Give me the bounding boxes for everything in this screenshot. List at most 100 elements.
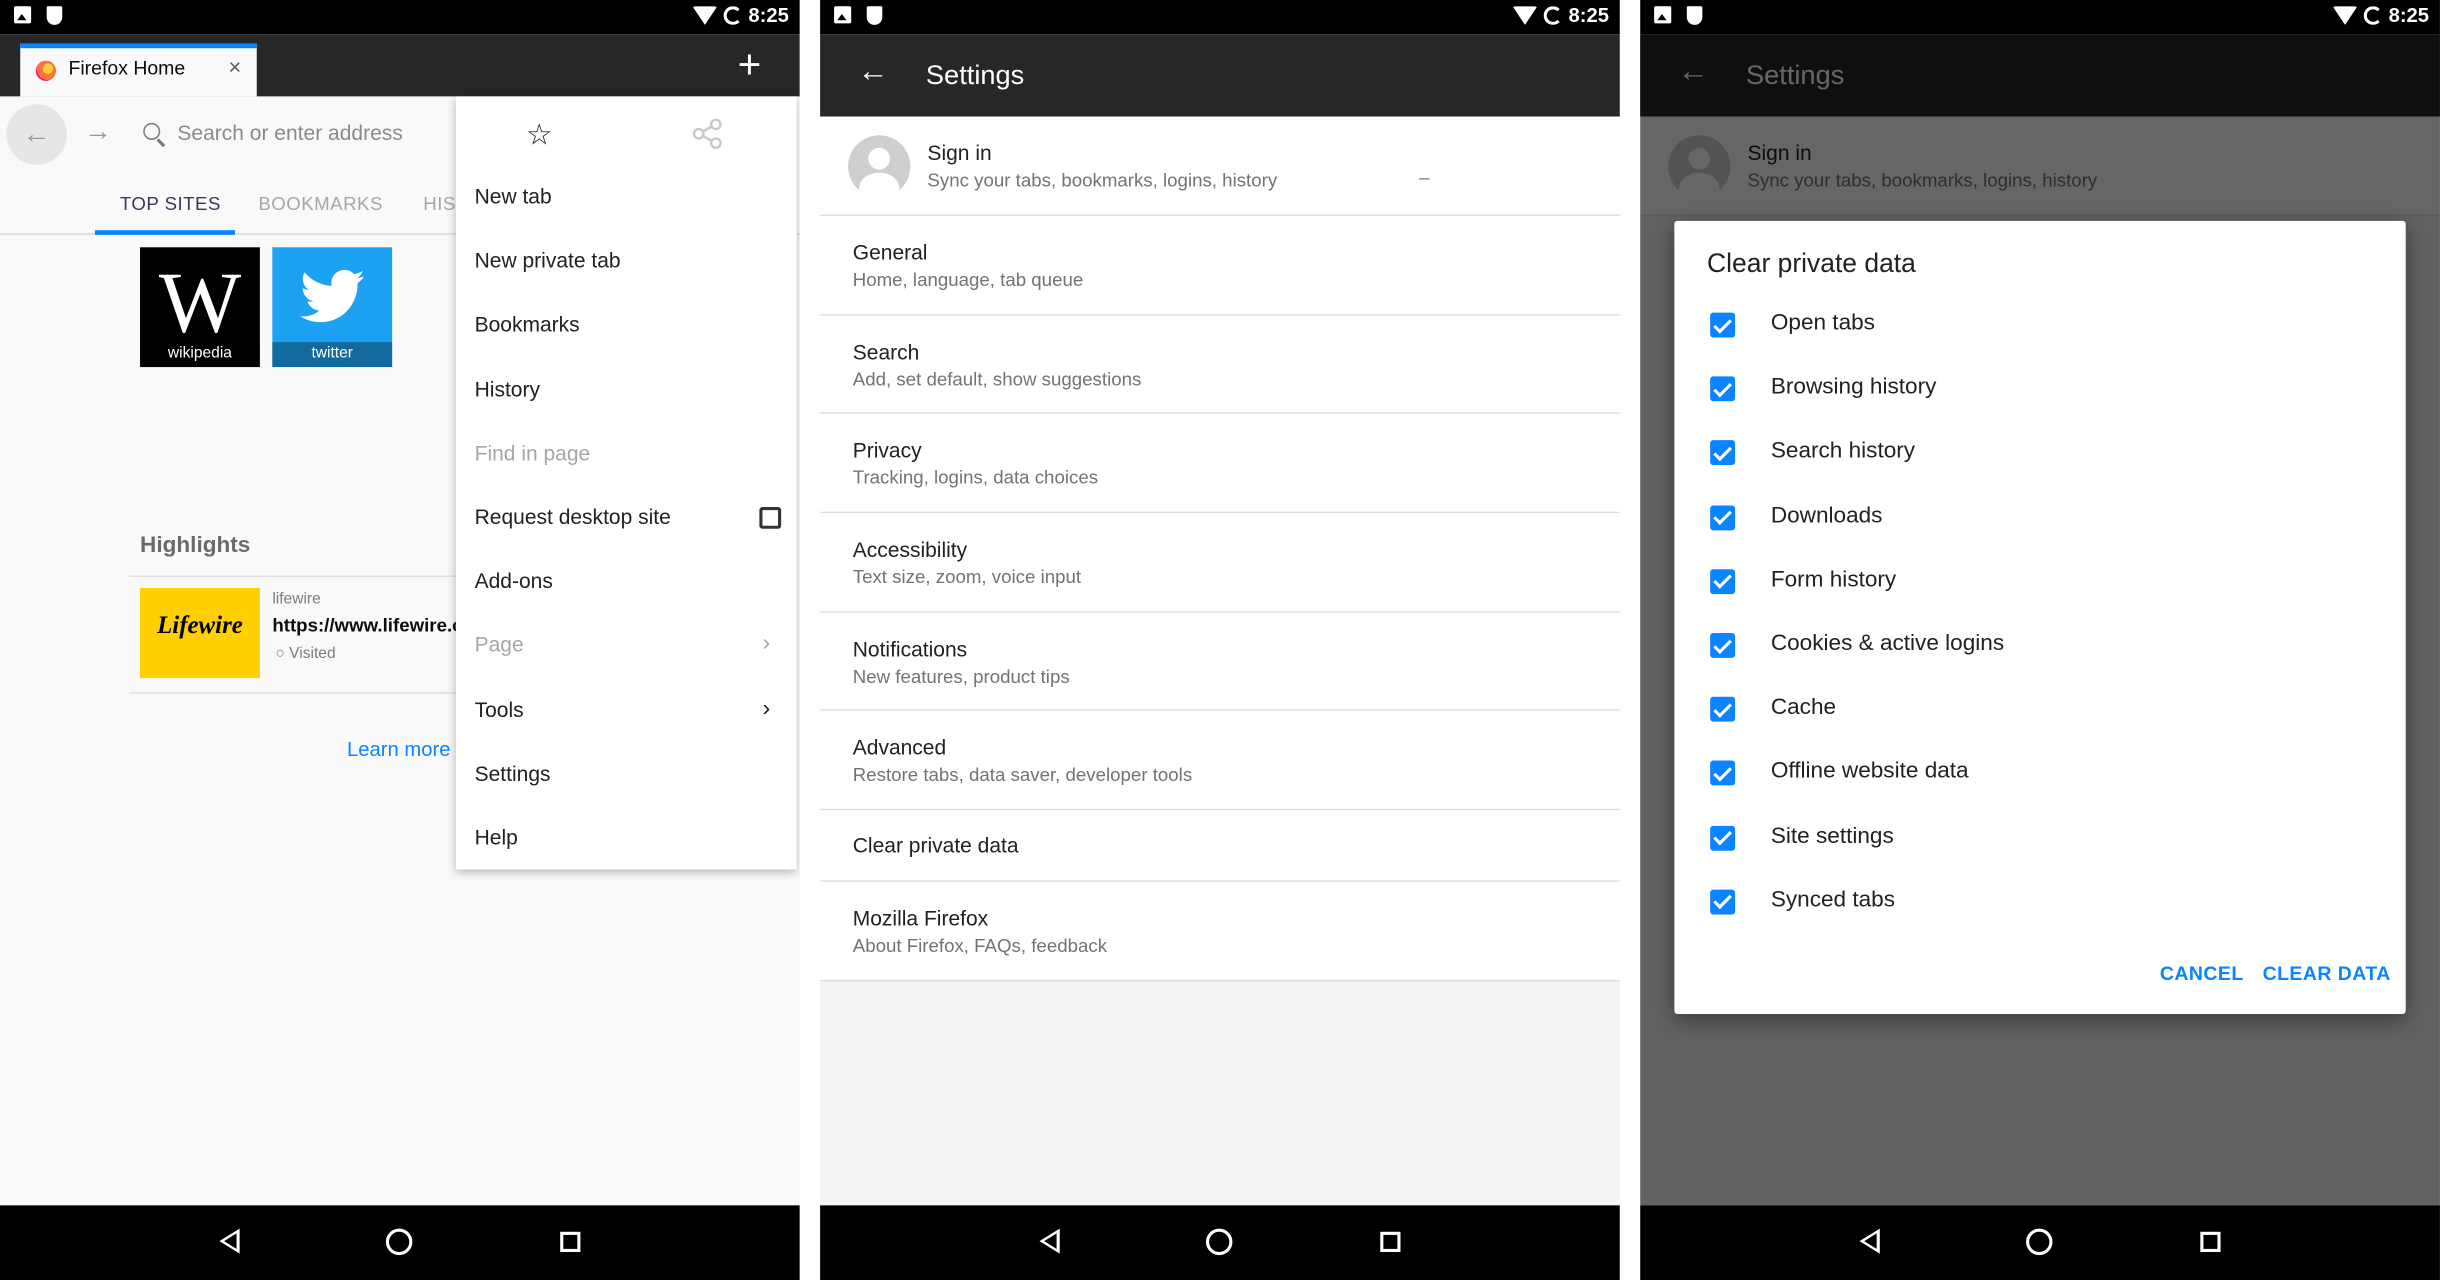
back-button[interactable]: ← (6, 104, 67, 165)
divider (129, 692, 472, 694)
settings-row-title: General (852, 241, 928, 265)
settings-row-privacy[interactable]: Privacy Tracking, logins, data choices (820, 414, 1620, 514)
settings-row-subtitle: New features, product tips (852, 665, 1070, 688)
dialog-title: Clear private data (1707, 248, 1916, 279)
menu-item-label: New private tab (474, 249, 621, 273)
visited-label: Visited (289, 645, 336, 663)
checkbox-checked-icon[interactable] (1710, 889, 1736, 915)
settings-row-subtitle: Sync your tabs, bookmarks, logins, histo… (927, 169, 1278, 192)
checkbox-icon[interactable] (759, 507, 782, 529)
panel-gap (1619, 0, 1641, 1280)
highlight-site: lifewire (272, 591, 321, 609)
nav-recents-icon[interactable] (1380, 1231, 1401, 1253)
search-input[interactable]: Search or enter address (177, 121, 402, 144)
tab-history[interactable]: HIS (423, 193, 456, 215)
panel-gap (799, 0, 821, 1280)
nav-back-icon[interactable] (1039, 1228, 1060, 1254)
three-panel-frame: 8:25 Firefox Home × + ← → Search or ente… (0, 0, 2440, 1280)
status-bar: 8:25 (0, 0, 800, 35)
checkbox-checked-icon[interactable] (1710, 568, 1736, 594)
settings-rows: General Home, language, tab queue Search Ad… (820, 216, 1620, 982)
shield-icon (866, 6, 883, 25)
status-time: 8:25 (748, 3, 789, 27)
settings-row-mozilla-firefox[interactable]: Mozilla Firefox About Firefox, FAQs, feed… (820, 882, 1620, 982)
android-nav-bar (1640, 1205, 2440, 1280)
nav-recents-icon[interactable] (2200, 1231, 2221, 1253)
settings-row-subtitle: Home, language, tab queue (852, 269, 1084, 291)
forward-arrow-icon[interactable]: → (84, 115, 112, 148)
cancel-button[interactable]: CANCEL (2160, 963, 2244, 985)
settings-row-accessibility[interactable]: Accessibility Text size, zoom, voice inpu… (820, 513, 1620, 613)
android-nav-bar (820, 1205, 1620, 1280)
firefox-logo-icon (35, 60, 57, 81)
nav-back-icon[interactable] (219, 1228, 240, 1254)
page-title: Settings (925, 59, 1025, 91)
settings-row-title: Privacy (852, 439, 922, 463)
checkbox-checked-icon[interactable] (1710, 633, 1736, 658)
back-arrow-icon: ← (22, 118, 51, 150)
settings-row-advanced[interactable]: Advanced Restore tabs, data saver, develo… (820, 711, 1620, 811)
nav-back-icon[interactable] (1859, 1228, 1880, 1254)
settings-row-subtitle: Add, set default, show suggestions (852, 368, 1142, 390)
settings-row-title: Clear private data (852, 833, 1019, 858)
tab-top-sites[interactable]: TOP SITES (120, 193, 221, 215)
menu-item-label: Tools (474, 697, 524, 722)
option-label: Cache (1770, 695, 1837, 721)
wikipedia-logo-icon: W (158, 255, 242, 352)
settings-row-general[interactable]: General Home, language, tab queue (820, 216, 1620, 316)
checkbox-checked-icon[interactable] (1710, 761, 1736, 787)
back-arrow-icon[interactable]: ← (857, 54, 888, 90)
settings-row-sign-in[interactable]: Sign in Sync your tabs, bookmarks, login… (820, 116, 1620, 217)
checkbox-checked-icon[interactable] (1710, 504, 1736, 530)
highlight-thumbnail[interactable]: Lifewire (140, 587, 260, 679)
star-icon[interactable]: ☆ (526, 118, 553, 154)
highlight-url[interactable]: https://www.lifewire.com (272, 614, 456, 636)
checkbox-checked-icon[interactable] (1710, 697, 1736, 722)
settings-row-subtitle: Text size, zoom, voice input (852, 566, 1082, 589)
share-icon[interactable] (691, 117, 725, 151)
divider (129, 575, 472, 578)
top-site-twitter[interactable]: twitter (272, 247, 393, 368)
shield-icon (46, 6, 63, 25)
new-tab-button[interactable]: + (738, 44, 762, 84)
learn-more-link[interactable]: Learn more (347, 737, 450, 760)
settings-row-subtitle: About Firefox, FAQs, feedback (852, 934, 1108, 957)
status-time: 8:25 (1568, 3, 1610, 27)
settings-row-search[interactable]: Search Add, set default, show suggestions (820, 315, 1620, 415)
settings-list: Sign in Sync your tabs, bookmarks, login… (820, 116, 1620, 982)
settings-row-title: Advanced (852, 736, 947, 760)
settings-row-subtitle: Restore tabs, data saver, developer tool… (852, 764, 1193, 787)
checkbox-checked-icon[interactable] (1710, 825, 1736, 851)
tab-bookmarks[interactable]: BOOKMARKS (258, 193, 383, 215)
checkbox-checked-icon[interactable] (1710, 440, 1736, 466)
nav-home-icon[interactable] (385, 1228, 413, 1256)
settings-row-clear-private-data[interactable]: Clear private data (820, 810, 1620, 883)
status-time: 8:25 (2388, 3, 2430, 27)
wifi-icon (692, 5, 718, 25)
nav-recents-icon[interactable] (560, 1231, 581, 1253)
option-label: Form history (1770, 567, 1897, 593)
settings-row-title: Notifications (852, 637, 968, 661)
nav-home-icon[interactable] (1205, 1228, 1233, 1256)
menu-item-label: Find in page (474, 441, 591, 465)
clear-private-data-dialog: Clear private data Open tabs Browsing his… (1674, 220, 2406, 1015)
lifewire-logo: Lifewire (157, 612, 243, 640)
settings-row-subtitle: Tracking, logins, data choices (852, 467, 1099, 489)
nav-home-icon[interactable] (2026, 1228, 2053, 1256)
image-icon (834, 6, 852, 24)
option-label: Search history (1770, 439, 1916, 465)
settings-row-title: Search (852, 340, 920, 364)
top-site-wikipedia[interactable]: W wikipedia (140, 247, 260, 368)
chevron-right-icon: › (762, 694, 771, 722)
option-label: Offline website data (1770, 759, 1969, 785)
overflow-menu: ☆ New tab New private tab Bookmarks History… (455, 96, 797, 870)
checkbox-checked-icon[interactable] (1710, 312, 1736, 338)
clear-data-button[interactable]: CLEAR DATA (2263, 963, 2391, 985)
tab-title: Firefox Home (68, 57, 186, 80)
close-icon[interactable]: × (228, 54, 241, 79)
android-nav-bar (0, 1205, 800, 1280)
settings-row-notifications[interactable]: Notifications New features, product tips (820, 612, 1620, 712)
checkbox-checked-icon[interactable] (1710, 376, 1736, 402)
status-bar: 8:25 (820, 0, 1620, 35)
tab-firefox-home[interactable]: Firefox Home × (20, 43, 257, 97)
